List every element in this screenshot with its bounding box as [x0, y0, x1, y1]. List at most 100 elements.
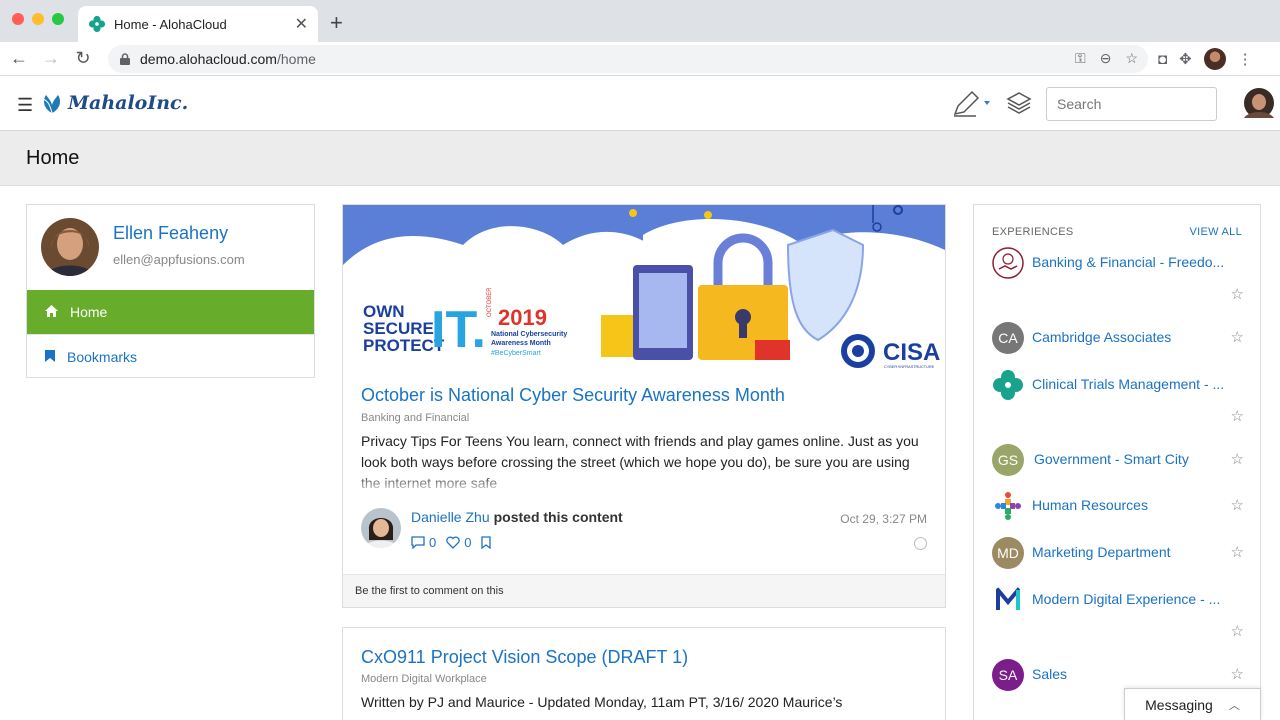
post-author[interactable]: Danielle Zhu — [411, 509, 490, 525]
browser-tab[interactable]: Home - AlohaCloud ✕ — [78, 6, 318, 42]
favorite-star-icon[interactable]: ☆ — [1231, 285, 1244, 303]
favorite-star-icon[interactable]: ☆ — [1231, 328, 1244, 346]
comment-count-button[interactable]: 0 — [411, 535, 436, 550]
search-input[interactable] — [1046, 87, 1217, 121]
post-title[interactable]: CxO911 Project Vision Scope (DRAFT 1) — [361, 647, 688, 668]
experience-label: Clinical Trials Management - ... — [1032, 376, 1225, 392]
experiences-header: EXPERIENCES — [992, 226, 1074, 238]
danielle-photo — [361, 508, 401, 548]
post-place[interactable]: Banking and Financial — [361, 412, 469, 424]
address-bar[interactable]: demo.alohacloud.com/home ⚿ ⊖ ☆ — [108, 45, 1148, 73]
minimize-window-button[interactable] — [32, 13, 44, 25]
url-host: demo.alohacloud.com — [140, 51, 277, 67]
pencil-compose-icon[interactable] — [952, 90, 992, 118]
marketing-initials-icon: MD — [992, 537, 1024, 569]
forward-icon[interactable]: → — [38, 48, 64, 69]
profile-name[interactable]: Ellen Feaheny — [113, 223, 228, 244]
banner-year: 2019 — [498, 305, 547, 330]
feed-post: CxO911 Project Vision Scope (DRAFT 1) Mo… — [342, 627, 946, 720]
reload-icon[interactable]: ↻ — [70, 48, 96, 69]
more-menu-icon[interactable]: ⋮ — [1238, 50, 1253, 68]
browser-profile-avatar[interactable] — [1203, 48, 1226, 70]
comment-prompt[interactable]: Be the first to comment on this — [343, 574, 945, 607]
experience-label: Modern Digital Experience - ... — [1032, 591, 1221, 607]
page-title: Home — [26, 147, 80, 169]
layers-icon[interactable] — [1006, 90, 1032, 116]
extensions-icon[interactable]: ✥ — [1179, 50, 1192, 68]
maximize-window-button[interactable] — [52, 13, 64, 25]
read-status-indicator[interactable] — [914, 537, 927, 550]
profile-avatar[interactable] — [41, 218, 99, 276]
heart-icon — [446, 536, 460, 549]
experience-label: Government - Smart City — [1034, 451, 1189, 467]
ellen-photo — [41, 218, 99, 276]
banking-handshake-icon — [992, 247, 1024, 279]
feed-post: OWN SECURE PROTECT IT. 2019 OCTOBER Nati… — [342, 204, 946, 608]
banner-org-sub: CYBER+INFRASTRUCTURE — [884, 365, 935, 369]
zoom-icon[interactable]: ⊖ — [1100, 50, 1112, 67]
back-icon[interactable]: ← — [6, 48, 32, 69]
star-icon[interactable]: ☆ — [1125, 50, 1138, 67]
favorite-star-icon[interactable]: ☆ — [1231, 496, 1244, 514]
experience-label: Human Resources — [1032, 497, 1148, 513]
banner-subtitle2: Awareness Month — [491, 340, 551, 347]
clinical-trials-icon — [993, 370, 1023, 400]
post-timestamp: Oct 29, 3:27 PM — [840, 512, 927, 526]
banner-it: IT. — [431, 301, 486, 359]
favorite-star-icon[interactable]: ☆ — [1231, 450, 1244, 468]
author-avatar[interactable] — [361, 508, 401, 548]
page-title-bar: Home — [0, 131, 1280, 186]
view-all-link[interactable]: VIEW ALL — [1189, 226, 1242, 238]
brand-name: MahaloInc. — [68, 92, 189, 114]
camera-icon[interactable]: ◘ — [1158, 51, 1167, 68]
banner-subtitle1: National Cybersecurity — [491, 331, 567, 338]
human-resources-icon — [995, 492, 1021, 520]
like-count: 0 — [464, 535, 472, 550]
post-action: posted this content — [493, 509, 623, 525]
leaf-logo-icon — [42, 95, 60, 114]
favorite-star-icon[interactable]: ☆ — [1231, 665, 1244, 683]
post-stats: 0 0 — [411, 535, 492, 550]
post-body-fade — [361, 473, 931, 495]
user-avatar[interactable] — [1244, 88, 1274, 118]
url-path: /home — [276, 51, 316, 67]
profile-card: Ellen Feaheny ellen@appfusions.com Home … — [26, 204, 315, 378]
cyber-awareness-banner[interactable]: OWN SECURE PROTECT IT. 2019 OCTOBER Nati… — [343, 205, 945, 371]
nav-item-label: Bookmarks — [67, 348, 138, 365]
experience-label: Sales — [1032, 666, 1068, 682]
bookmark-post-button[interactable] — [481, 536, 492, 549]
post-body: Written by PJ and Maurice - Updated Mond… — [361, 694, 843, 710]
browser-toolbar: ← → ↻ demo.alohacloud.com/home ⚿ ⊖ ☆ ◘ ✥… — [0, 42, 1280, 76]
sales-initials-icon: SA — [992, 659, 1024, 691]
url-text: demo.alohacloud.com/home — [140, 51, 316, 67]
experiences-panel: EXPERIENCES VIEW ALL Banking & Financial… — [973, 204, 1261, 720]
nav-item-home[interactable]: Home — [27, 290, 314, 334]
lock-icon — [120, 53, 130, 65]
profile-email: ellen@appfusions.com — [113, 252, 245, 267]
favorite-star-icon[interactable]: ☆ — [1231, 622, 1244, 640]
favorite-star-icon[interactable]: ☆ — [1231, 543, 1244, 561]
modern-digital-m-icon — [996, 584, 1020, 610]
favorite-star-icon[interactable]: ☆ — [1231, 407, 1244, 425]
government-initials-icon: GS — [992, 444, 1024, 476]
post-title[interactable]: October is National Cyber Security Aware… — [361, 385, 785, 406]
key-icon[interactable]: ⚿ — [1075, 50, 1086, 67]
bookmark-icon — [45, 349, 55, 365]
messaging-widget[interactable]: Messaging ︿ — [1124, 688, 1261, 720]
chevron-up-icon[interactable]: ︿ — [1229, 697, 1240, 713]
nav-item-bookmarks[interactable]: Bookmarks — [27, 334, 314, 378]
new-tab-button[interactable]: + — [330, 10, 343, 36]
brand-logo[interactable]: MahaloInc. — [40, 91, 188, 115]
alohacloud-favicon-icon — [88, 15, 106, 33]
app-header: ☰ MahaloInc. — [0, 76, 1280, 131]
hamburger-menu-icon[interactable]: ☰ — [17, 95, 33, 116]
banner-month: OCTOBER — [487, 287, 493, 317]
close-window-button[interactable] — [12, 13, 24, 25]
comment-count: 0 — [429, 535, 437, 550]
home-icon — [45, 304, 58, 320]
banner-hashtag: #BeCyberSmart — [491, 350, 541, 357]
like-count-button[interactable]: 0 — [446, 535, 471, 550]
nav-item-label: Home — [70, 304, 108, 320]
post-place[interactable]: Modern Digital Workplace — [361, 673, 487, 685]
close-tab-icon[interactable]: ✕ — [295, 14, 308, 34]
